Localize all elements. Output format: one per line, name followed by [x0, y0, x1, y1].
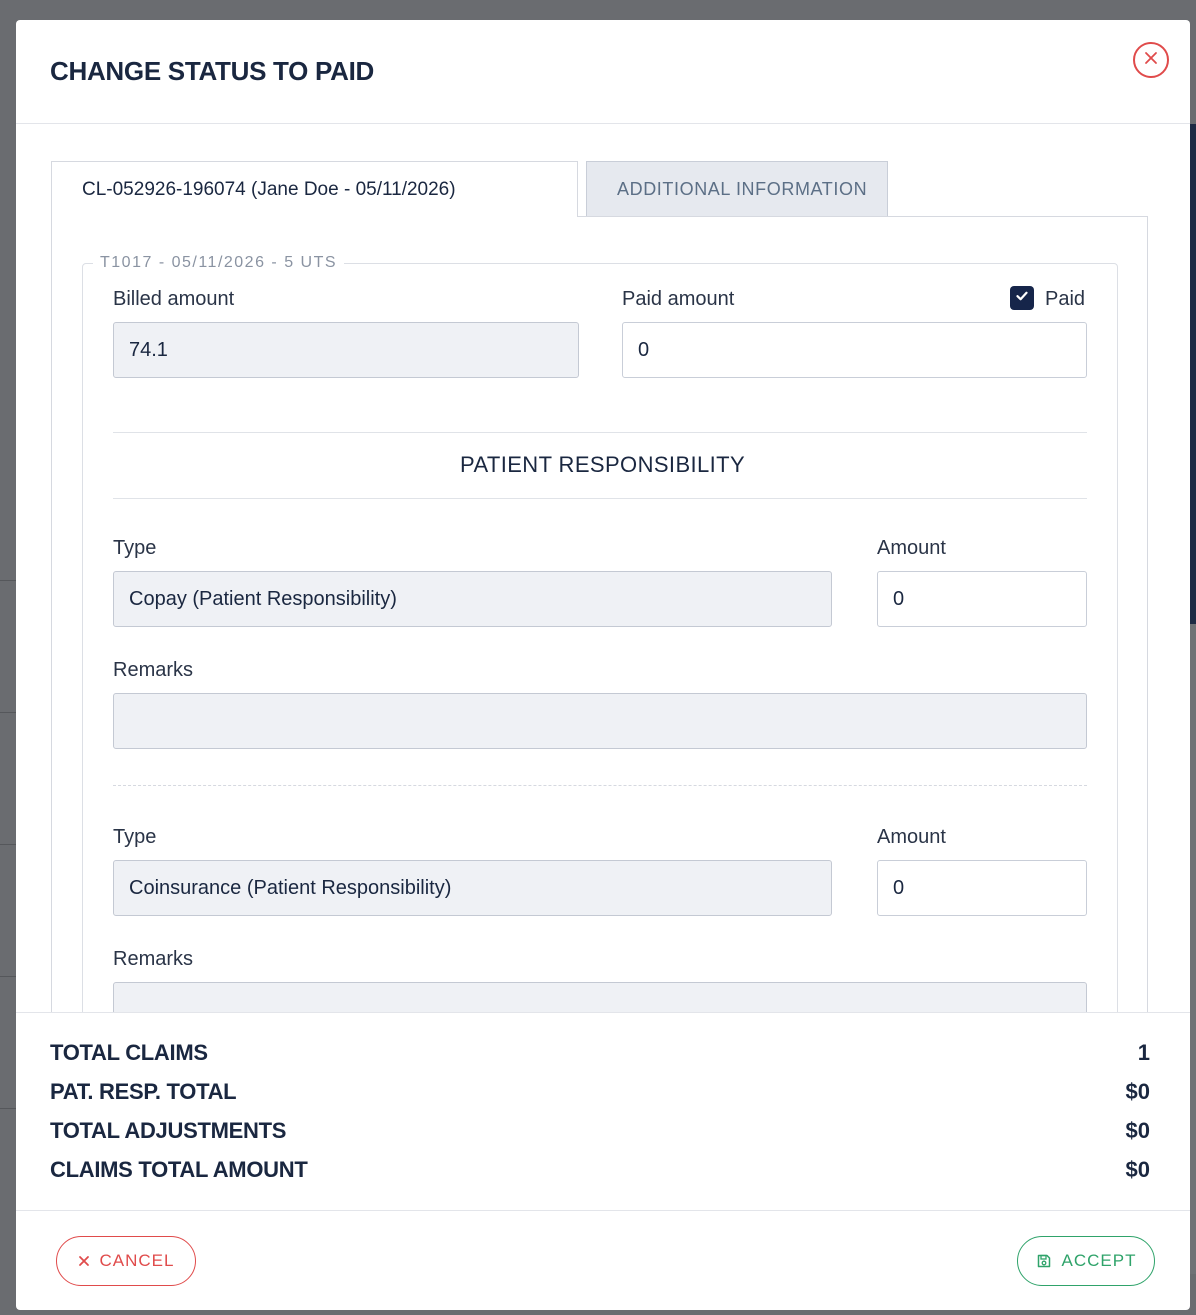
patient-responsibility-title: PATIENT RESPONSIBILITY	[460, 452, 746, 477]
background-nav	[0, 0, 1196, 22]
paid-checkbox-label: Paid	[1045, 288, 1086, 310]
tab-panel: T1017 - 05/11/2026 - 5 UTS Billed amount…	[51, 216, 1148, 1012]
paid-checkbox[interactable]	[1010, 286, 1034, 310]
coinsurance-remarks-label: Remarks	[113, 948, 194, 970]
coinsurance-amount-label: Amount	[877, 826, 946, 848]
total-claims-label: TOTAL CLAIMS	[50, 1040, 208, 1065]
total-adjustments-value: $0	[1125, 1118, 1150, 1143]
cancel-button-label: CANCEL	[99, 1251, 175, 1270]
coinsurance-type-label: Type	[113, 826, 157, 848]
line-item-fieldset: T1017 - 05/11/2026 - 5 UTS Billed amount…	[82, 254, 1118, 1012]
tab-additional-information-label: ADDITIONAL INFORMATION	[617, 178, 868, 199]
save-icon	[1036, 1253, 1052, 1269]
accept-button-label: ACCEPT	[1061, 1251, 1137, 1270]
copay-amount-input[interactable]: 0	[877, 571, 1087, 627]
billed-amount-input[interactable]: 74.1	[113, 322, 579, 378]
modal-footer: CANCEL ACCEPT	[16, 1210, 1190, 1310]
coinsurance-type-input[interactable]: Coinsurance (Patient Responsibility)	[113, 860, 832, 916]
copay-type-value: Copay (Patient Responsibility)	[129, 587, 397, 610]
billed-amount-label: Billed amount	[113, 288, 235, 310]
copay-amount-value: 0	[893, 587, 905, 610]
change-status-modal: CHANGE STATUS TO PAID CL-052926-196074 (…	[16, 20, 1190, 1310]
claims-total-amount-value: $0	[1125, 1157, 1150, 1182]
totals-section: TOTAL CLAIMS 1 PAT. RESP. TOTAL $0 TOTAL…	[16, 1012, 1190, 1210]
modal-header: CHANGE STATUS TO PAID	[16, 20, 1190, 124]
coinsurance-amount-value: 0	[893, 876, 905, 899]
coinsurance-type-value: Coinsurance (Patient Responsibility)	[129, 876, 452, 899]
pat-resp-total-value: $0	[1125, 1079, 1150, 1104]
total-claims-value: 1	[1137, 1040, 1150, 1065]
claims-total-amount-label: CLAIMS TOTAL AMOUNT	[50, 1157, 308, 1182]
pat-resp-total-row: PAT. RESP. TOTAL $0	[50, 1079, 1150, 1109]
billed-amount-value: 74.1	[129, 338, 168, 361]
copay-amount-label: Amount	[877, 537, 946, 559]
check-icon	[1015, 289, 1029, 307]
pat-resp-total-label: PAT. RESP. TOTAL	[50, 1079, 237, 1104]
claims-total-amount-row: CLAIMS TOTAL AMOUNT $0	[50, 1157, 1150, 1187]
line-item-legend: T1017 - 05/11/2026 - 5 UTS	[93, 254, 345, 272]
tab-claim[interactable]: CL-052926-196074 (Jane Doe - 05/11/2026)	[51, 161, 578, 217]
copay-remarks-input[interactable]	[113, 693, 1087, 749]
paid-amount-value: 0	[638, 338, 650, 361]
paid-amount-label: Paid amount	[622, 288, 735, 310]
copay-type-label: Type	[113, 537, 157, 559]
total-adjustments-label: TOTAL ADJUSTMENTS	[50, 1118, 287, 1143]
copay-type-input[interactable]: Copay (Patient Responsibility)	[113, 571, 832, 627]
close-icon	[1143, 50, 1159, 70]
tab-additional-information[interactable]: ADDITIONAL INFORMATION	[586, 161, 888, 217]
accept-button[interactable]: ACCEPT	[1017, 1236, 1155, 1286]
modal-body: CL-052926-196074 (Jane Doe - 05/11/2026)…	[16, 124, 1190, 1012]
x-icon	[78, 1255, 90, 1267]
coinsurance-remarks-input[interactable]	[113, 982, 1087, 1012]
coinsurance-amount-input[interactable]: 0	[877, 860, 1087, 916]
tab-claim-label: CL-052926-196074 (Jane Doe - 05/11/2026)	[82, 178, 456, 200]
cancel-button[interactable]: CANCEL	[56, 1236, 196, 1286]
paid-amount-input[interactable]: 0	[622, 322, 1087, 378]
total-adjustments-row: TOTAL ADJUSTMENTS $0	[50, 1118, 1150, 1148]
copay-remarks-label: Remarks	[113, 659, 194, 681]
close-button[interactable]	[1133, 42, 1169, 78]
modal-title: CHANGE STATUS TO PAID	[50, 56, 375, 86]
total-claims-row: TOTAL CLAIMS 1	[50, 1040, 1150, 1070]
